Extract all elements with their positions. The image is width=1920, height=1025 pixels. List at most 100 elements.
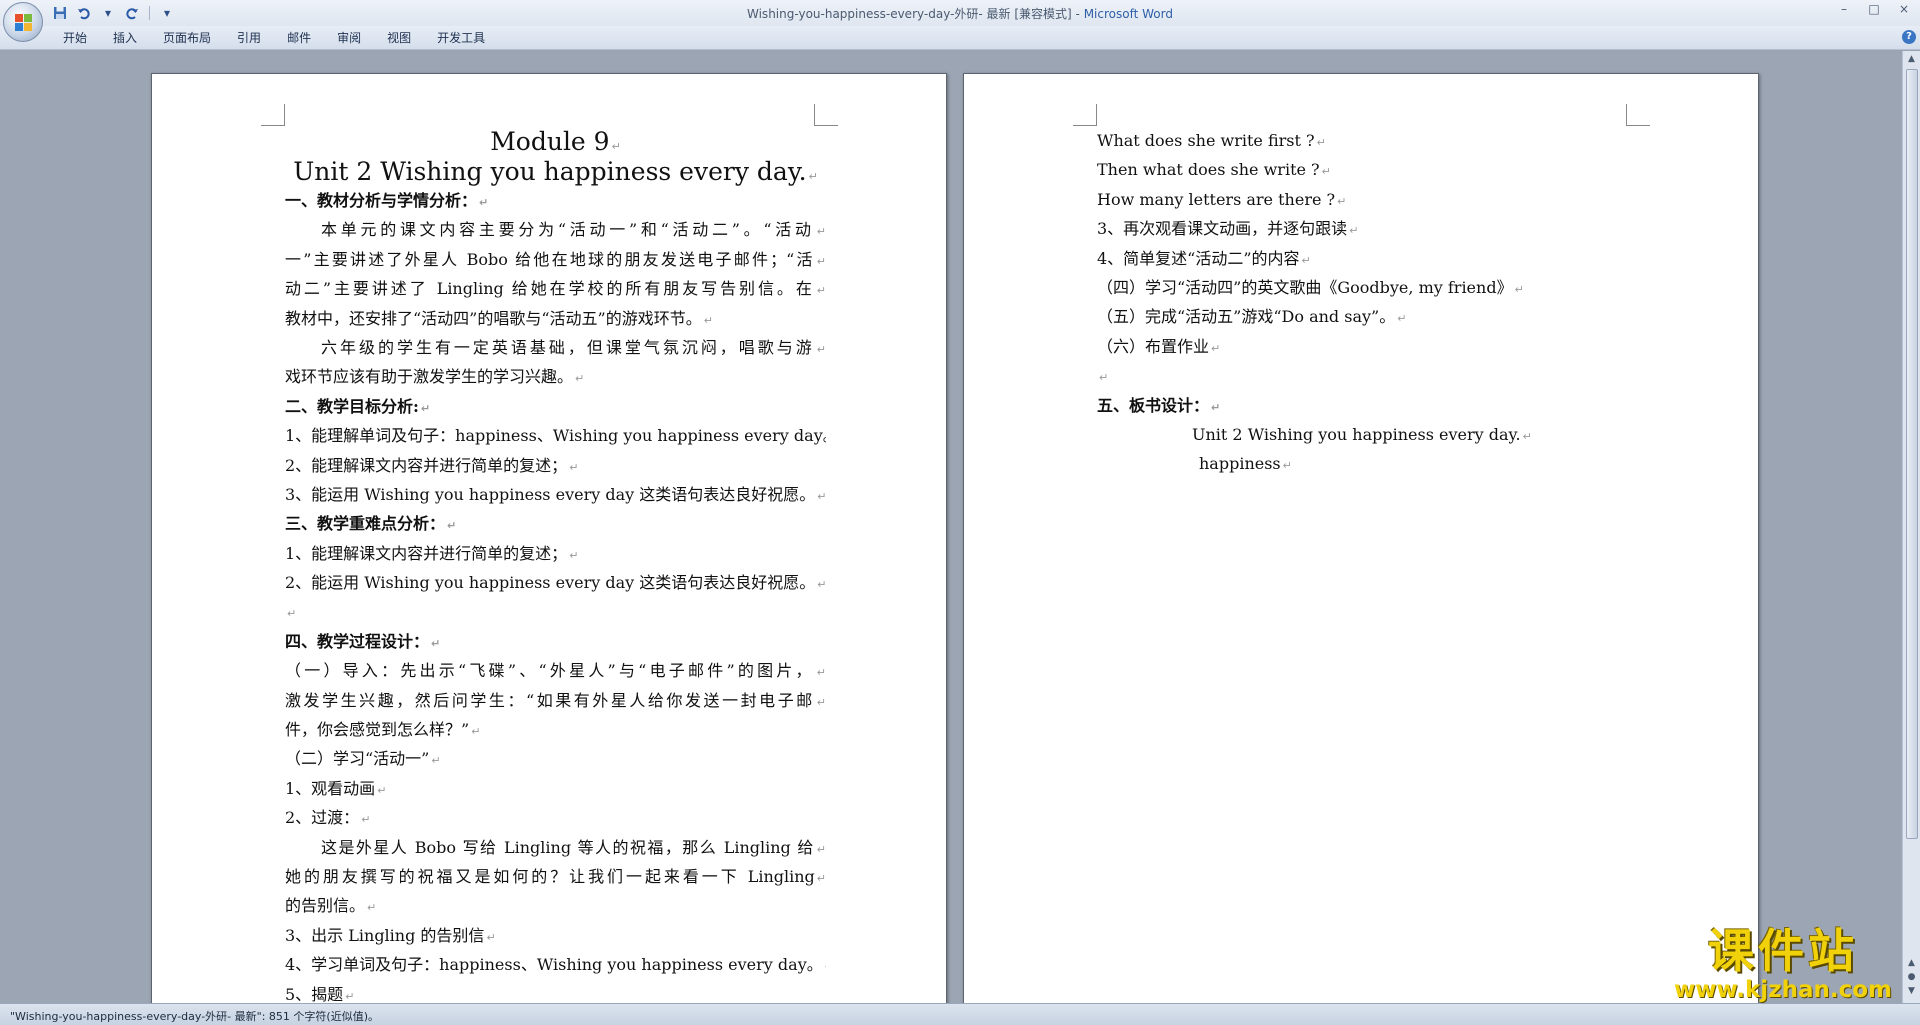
- ribbon-tab-0[interactable]: 开始: [50, 30, 100, 46]
- page-1[interactable]: Module 9 ↵ Unit 2 Wishing you happiness ev…: [151, 73, 947, 1003]
- line-text: 2、能运用 Wishing you happiness every day 这类…: [285, 573, 816, 593]
- maximize-button[interactable]: □: [1866, 2, 1882, 16]
- paragraph-mark-icon: ↵: [816, 842, 826, 856]
- paragraph-line[interactable]: 4、学习单词及句子：happiness、Wishing you happines…: [285, 950, 826, 979]
- paragraph-mark-icon: ↵: [817, 489, 826, 503]
- vertical-scrollbar[interactable]: ▲ ▲ ● ▼: [1902, 51, 1920, 1003]
- paragraph-line[interactable]: 1、观看动画 ↵: [285, 774, 826, 803]
- office-button[interactable]: [3, 2, 43, 42]
- paragraph-line[interactable]: 3、出示 Lingling 的告别信 ↵: [285, 921, 826, 950]
- page-2[interactable]: What does she write first ? ↵ Then what do…: [963, 73, 1759, 1003]
- paragraph-line[interactable]: 她的朋友撰写的祝福又是如何的？让我们一起来看一下 Lingling ↵: [285, 862, 826, 891]
- paragraph-line[interactable]: （四）学习“活动四”的英文歌曲《Goodbye, my friend》 ↵: [1097, 273, 1638, 302]
- line-text: 一、教材分析与学情分析：: [285, 191, 478, 210]
- help-icon[interactable]: ?: [1902, 30, 1916, 44]
- paragraph-line[interactable]: Unit 2 Wishing you happiness every day. ↵: [1097, 420, 1638, 449]
- line-text: 5、揭题: [285, 984, 344, 1003]
- paragraph-line[interactable]: 一、教材分析与学情分析： ↵: [285, 186, 826, 215]
- paragraph-line[interactable]: 三、教学重难点分析： ↵: [285, 509, 826, 538]
- ribbon-tab-2[interactable]: 页面布局: [150, 30, 224, 46]
- scroll-up-icon[interactable]: ▲: [1905, 53, 1918, 66]
- paragraph-line[interactable]: 这是外星人 Bobo 写给 Lingling 等人的祝福，那么 Lingling…: [285, 833, 826, 862]
- line-text: happiness: [1199, 454, 1281, 474]
- paragraph-mark-icon: ↵: [816, 342, 826, 356]
- paragraph-line[interactable]: Then what does she write ? ↵: [1097, 155, 1638, 184]
- line-text: What does she write first ?: [1097, 131, 1315, 150]
- line-text: Unit 2 Wishing you happiness every day.: [1192, 424, 1521, 444]
- paragraph-line[interactable]: Module 9 ↵: [285, 126, 826, 156]
- paragraph-mark-icon: ↵: [816, 254, 826, 268]
- paragraph-mark-icon: ↵: [367, 901, 377, 915]
- paragraph-line[interactable]: What does she write first ? ↵: [1097, 126, 1638, 155]
- paragraph-mark-icon: ↵: [816, 225, 826, 239]
- paragraph-mark-icon: ↵: [1282, 459, 1292, 473]
- paragraph-line[interactable]: （六）布置作业 ↵: [1097, 332, 1638, 361]
- paragraph-line[interactable]: 4、简单复述“活动二”的内容 ↵: [1097, 244, 1638, 273]
- paragraph-line[interactable]: 的告别信。 ↵: [285, 891, 826, 920]
- paragraph-mark-icon: ↵: [569, 460, 579, 474]
- paragraph-line[interactable]: 3、再次观看课文动画，并逐句跟读 ↵: [1097, 214, 1638, 243]
- paragraph-line[interactable]: Unit 2 Wishing you happiness every day. ↵: [285, 156, 826, 186]
- paragraph-line[interactable]: 一”主要讲述了外星人 Bobo 给他在地球的朋友发送电子邮件；“活 ↵: [285, 245, 826, 274]
- paragraph-line[interactable]: 动二”主要讲述了 Lingling 给她在学校的所有朋友写告别信。在 ↵: [285, 274, 826, 303]
- close-button[interactable]: ×: [1896, 2, 1912, 16]
- paragraph-line[interactable]: （二）学习“活动一” ↵: [285, 744, 826, 773]
- paragraph-mark-icon: ↵: [816, 695, 826, 709]
- line-text: 她的朋友撰写的祝福又是如何的？让我们一起来看一下 Lingling: [285, 866, 815, 886]
- paragraph-mark-icon: ↵: [1211, 400, 1221, 414]
- browse-object-icon[interactable]: ●: [1905, 971, 1918, 984]
- paragraph-line[interactable]: 1、能理解课文内容并进行简单的复述； ↵: [285, 539, 826, 568]
- paragraph-line[interactable]: 3、能运用 Wishing you happiness every day 这类…: [285, 480, 826, 509]
- paragraph-line[interactable]: happiness ↵: [1097, 449, 1638, 478]
- paragraph-mark-icon: ↵: [569, 548, 579, 562]
- line-text: 四、教学过程设计：: [285, 631, 430, 651]
- paragraph-line[interactable]: 2、能运用 Wishing you happiness every day 这类…: [285, 568, 826, 597]
- minimize-button[interactable]: –: [1836, 2, 1852, 16]
- next-page-icon[interactable]: ▼: [1905, 985, 1918, 998]
- paragraph-line[interactable]: 本单元的课文内容主要分为“活动一”和“活动二”。“活动 ↵: [285, 215, 826, 244]
- line-text: Module 9: [490, 127, 610, 156]
- paragraph-line[interactable]: How many letters are there ? ↵: [1097, 185, 1638, 214]
- prev-page-icon[interactable]: ▲: [1905, 957, 1918, 970]
- paragraph-line[interactable]: 戏环节应该有助于激发学生的学习兴趣。 ↵: [285, 362, 826, 391]
- word-count-status[interactable]: "Wishing-you-happiness-every-day-外研- 最新"…: [10, 1008, 379, 1024]
- paragraph-mark-icon: ↵: [431, 754, 441, 768]
- paragraph-line[interactable]: 激发学生兴趣，然后问学生：“如果有外星人给你发送一封电子邮 ↵: [285, 686, 826, 715]
- paragraph-line[interactable]: 5、揭题 ↵: [285, 980, 826, 1003]
- ribbon-tab-4[interactable]: 邮件: [274, 30, 324, 46]
- paragraph-line[interactable]: 四、教学过程设计： ↵: [285, 627, 826, 656]
- ribbon-tab-7[interactable]: 开发工具: [424, 30, 498, 46]
- paragraph-line[interactable]: 教材中，还安排了“活动四”的唱歌与“活动五”的游戏环节。 ↵: [285, 304, 826, 333]
- ribbon-tab-6[interactable]: 视图: [374, 30, 424, 46]
- margin-corner-mark: [261, 104, 285, 126]
- page-2-text[interactable]: What does she write first ? ↵ Then what do…: [1097, 126, 1638, 479]
- ribbon: 开始 插入 页面布局 引用 邮件 审阅 视图 开发工具 ?: [0, 26, 1920, 50]
- paragraph-line[interactable]: ↵: [1097, 361, 1638, 390]
- paragraph-line[interactable]: ↵: [285, 597, 826, 626]
- paragraph-line[interactable]: 五、板书设计： ↵: [1097, 391, 1638, 420]
- line-text: 这是外星人 Bobo 写给 Lingling 等人的祝福，那么 Lingling…: [321, 837, 815, 857]
- line-text: 激发学生兴趣，然后问学生：“如果有外星人给你发送一封电子邮: [285, 690, 815, 710]
- paragraph-line[interactable]: （五）完成“活动五”游戏“Do and say”。 ↵: [1097, 302, 1638, 331]
- ribbon-tab-3[interactable]: 引用: [224, 30, 274, 46]
- ribbon-tab-5[interactable]: 审阅: [324, 30, 374, 46]
- line-text: 件，你会感觉到怎么样？”: [285, 720, 470, 740]
- paragraph-line[interactable]: （一）导入：先出示“飞碟”、“外星人”与“电子邮件”的图片， ↵: [285, 656, 826, 685]
- paragraph-line[interactable]: 件，你会感觉到怎么样？” ↵: [285, 715, 826, 744]
- paragraph-line[interactable]: 二、教学目标分析: ↵: [285, 392, 826, 421]
- margin-corner-mark: [814, 104, 838, 126]
- status-bar: "Wishing-you-happiness-every-day-外研- 最新"…: [0, 1003, 1920, 1025]
- window-title: Wishing-you-happiness-every-day-外研- 最新 […: [0, 5, 1920, 22]
- paragraph-mark-icon: ↵: [816, 666, 826, 680]
- page-1-text[interactable]: Module 9 ↵ Unit 2 Wishing you happiness ev…: [285, 126, 826, 1003]
- scroll-thumb[interactable]: [1906, 69, 1918, 839]
- paragraph-line[interactable]: 2、能理解课文内容并进行简单的复述； ↵: [285, 451, 826, 480]
- window-controls: – □ ×: [1836, 2, 1912, 16]
- ribbon-tab-1[interactable]: 插入: [100, 30, 150, 46]
- paragraph-mark-icon: ↵: [1522, 429, 1532, 443]
- line-text: 1、能理解课文内容并进行简单的复述；: [285, 543, 568, 563]
- paragraph-line[interactable]: 1、能理解单词及句子：happiness、Wishing you happine…: [285, 421, 826, 450]
- line-text: 4、简单复述“活动二”的内容: [1097, 248, 1300, 268]
- paragraph-line[interactable]: 六年级的学生有一定英语基础，但课堂气氛沉闷，唱歌与游 ↵: [285, 333, 826, 362]
- paragraph-line[interactable]: 2、过渡： ↵: [285, 803, 826, 832]
